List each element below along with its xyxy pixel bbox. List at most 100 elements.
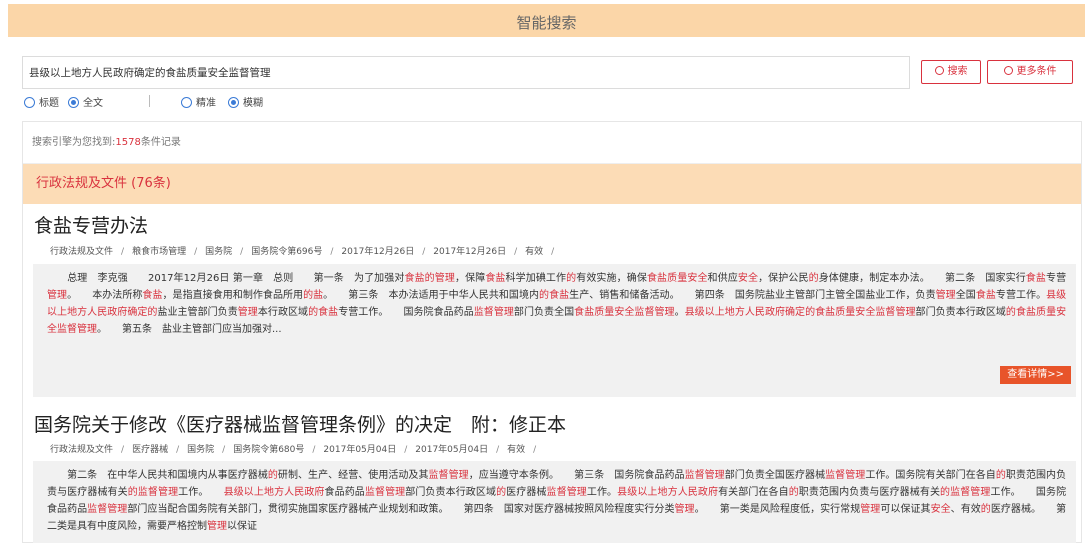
meta-item: 国务院令第680号 (233, 445, 305, 455)
meta-item: 粮食市场管理 (132, 247, 187, 257)
meta-separator: / (312, 445, 316, 455)
snippet-text: 。 第三条 本办法适用于中华人民共和国境内 (323, 290, 540, 301)
meta-separator: / (404, 445, 408, 455)
meta-separator: / (222, 445, 226, 455)
radio-title[interactable]: 标题 (24, 94, 59, 109)
highlight-term: 的食盐 (308, 307, 339, 318)
search-input[interactable]: 县级以上地方人民政府确定的食盐质量安全监督管理 (22, 56, 910, 89)
highlight-term: 管理 (207, 521, 227, 532)
meta-separator: / (533, 445, 537, 455)
meta-separator: / (330, 247, 334, 257)
meta-separator: / (176, 445, 180, 455)
snippet-text: 。 (674, 307, 685, 318)
snippet-text: 部门应当配合国务院有关部门，贯彻实施国家医疗器械产业规划和政策。 第四条 国家对… (127, 504, 675, 515)
highlight-term: 的监督管理 (127, 487, 179, 498)
search-button[interactable]: 搜索 (921, 60, 981, 84)
meta-item: 2017年12月26日 (341, 247, 415, 257)
radio-exact[interactable]: 精准 (181, 94, 216, 109)
radio-circle-checked (68, 97, 79, 108)
page-title: 智能搜索 (516, 14, 577, 32)
snippet-text: 专营工作。 (995, 290, 1047, 301)
meta-item: 有效 (525, 247, 544, 257)
meta-separator: / (514, 247, 518, 257)
highlight-term: 的 (496, 487, 507, 498)
highlight-term: 管理 (860, 504, 881, 515)
category-header[interactable]: 行政法规及文件 (76条) (23, 164, 1081, 204)
meta-separator: / (121, 247, 125, 257)
meta-item: 国务院 (187, 445, 215, 455)
snippet-text: ，保障 (455, 273, 486, 284)
snippet-text: 部门负责全国医疗器械 (724, 470, 826, 481)
highlight-term: 的食盐 (539, 290, 570, 301)
snippet-text: 。 第一类是风险程度低，实行常规 (694, 504, 861, 515)
highlight-term: 县级以上地方人民政府 (617, 487, 719, 498)
meta-item: 国务院 (205, 247, 233, 257)
snippet-text: 部门负责全国 (513, 307, 575, 318)
meta-separator: / (422, 247, 426, 257)
snippet-text: 专营 (1046, 273, 1067, 284)
options-divider (149, 95, 150, 107)
highlight-term: 监督管理 (684, 470, 725, 481)
filter-icon (1003, 66, 1013, 75)
radio-fuzzy-label: 模糊 (243, 98, 263, 109)
highlight-term: 监督管理 (473, 307, 514, 318)
radio-fuzzy[interactable]: 模糊 (228, 94, 263, 109)
snippet-text: 全国 (955, 290, 976, 301)
meta-separator: / (121, 445, 125, 455)
radio-fulltext-label: 全文 (83, 98, 103, 109)
result-title[interactable]: 国务院关于修改《医疗器械监督管理条例》的决定 附：修正本 (34, 410, 566, 437)
radio-circle (181, 97, 192, 108)
meta-item: 有效 (507, 445, 526, 455)
highlight-term: 的 (980, 504, 991, 515)
highlight-term: 的 (566, 273, 577, 284)
snippet-text: 研制、生产、经营、使用活动及其 (277, 470, 429, 481)
highlight-term: 管理 (935, 290, 956, 301)
highlight-term: 的监督管理 (940, 487, 991, 498)
meta-separator: / (194, 247, 198, 257)
view-details-button[interactable]: 查看详情>> (1000, 366, 1071, 384)
highlight-term: 管理 (47, 290, 68, 301)
snippet-text: 可以保证其 (880, 504, 931, 515)
result-meta: 行政法规及文件 / 医疗器械 / 国务院 / 国务院令第680号 / 2017年05月04日 / 2… (50, 442, 544, 455)
radio-fulltext[interactable]: 全文 (68, 94, 103, 109)
highlight-term: 监督管理 (364, 487, 406, 498)
meta-item: 行政法规及文件 (50, 247, 114, 257)
summary-prefix: 搜索引擎为您找到: (32, 137, 116, 148)
highlight-term: 食盐质量安全 (646, 273, 708, 284)
highlight-term: 食盐 (142, 290, 163, 301)
snippet-text: 部门负责本行政区域 (915, 307, 1006, 318)
highlight-term: 食盐质量安全监督管理 (574, 307, 675, 318)
results-panel: 搜索引擎为您找到:1578条件记录 行政法规及文件 (76条) 食盐专营办法 行… (22, 121, 1082, 543)
meta-item: 2017年05月04日 (323, 445, 397, 455)
result-snippet: 第二条 在中华人民共和国境内从事医疗器械的研制、生产、经营、使用活动及其监督管理… (33, 461, 1076, 543)
highlight-term: 的 (808, 273, 819, 284)
radio-title-label: 标题 (39, 98, 59, 109)
result-snippet: 总理 李克强 2017年12月26日 第一章 总则 第一条 为了加强对食盐的管理… (33, 264, 1076, 397)
highlight-term: 监督管理 (428, 470, 469, 481)
snippet-text: 有效实施，确保 (576, 273, 647, 284)
snippet-text: ，应当遵守本条例。 第三条 国务院食品药品 (468, 470, 685, 481)
snippet-text: 盐业主管部门负责 (157, 307, 238, 318)
more-conditions-button[interactable]: 更多条件 (987, 60, 1073, 84)
radio-circle-checked (228, 97, 239, 108)
snippet-text: 身体健康，制定本办法。 第二条 国家实行 (818, 273, 1026, 284)
result-title[interactable]: 食盐专营办法 (34, 211, 148, 238)
meta-item: 医疗器械 (132, 445, 169, 455)
meta-separator: / (496, 445, 500, 455)
result-count: 1578 (115, 137, 141, 148)
snippet-text: 。 本办法所称 (67, 290, 143, 301)
radio-circle (24, 97, 35, 108)
highlight-term: 县级以上地方人民政府确定的食盐质量安全监督管理 (684, 307, 916, 318)
snippet-text: 专营工作。 国务院食品药品 (338, 307, 474, 318)
highlight-term: 管理 (237, 307, 258, 318)
highlight-term: 监督管理 (546, 487, 587, 498)
snippet-text: 职责范围内负责与医疗器械有关 (798, 487, 941, 498)
highlight-term: 食盐 (1025, 273, 1046, 284)
highlight-term: 食盐 (975, 290, 996, 301)
highlight-term: 的 (267, 470, 278, 481)
snippet-text: 工作。 (178, 487, 224, 498)
snippet-text: ，是指直接食用和制作食品所用 (162, 290, 304, 301)
snippet-text: 工作。国务院有关部门在各自 (865, 470, 996, 481)
snippet-text: 。 第五条 盐业主管部门应当加强对... (97, 324, 282, 335)
meta-item: 2017年05月04日 (415, 445, 489, 455)
